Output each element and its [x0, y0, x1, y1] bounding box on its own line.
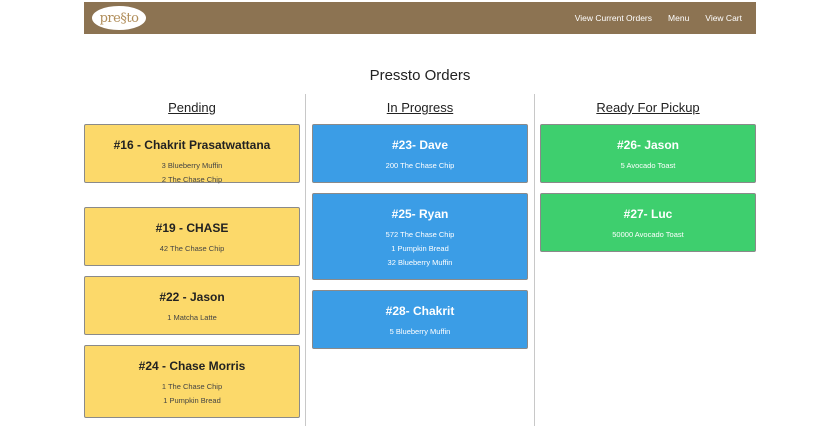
nav-link-view-current-orders[interactable]: View Current Orders: [575, 13, 652, 23]
order-card[interactable]: #24 - Chase Morris 1 The Chase Chip 1 Pu…: [84, 345, 300, 418]
order-items: 200 The Chase Chip: [313, 159, 527, 173]
order-card[interactable]: #28- Chakrit 5 Blueberry Muffin: [312, 290, 528, 349]
order-card[interactable]: #26- Jason 5 Avocado Toast: [540, 124, 756, 183]
order-item: 3 Blueberry Muffin: [161, 161, 223, 170]
column-pending: Pending #16 - Chakrit Prasatwattana 3 Bl…: [78, 94, 306, 426]
order-card[interactable]: #25- Ryan 572 The Chase Chip 1 Pumpkin B…: [312, 193, 528, 280]
column-title: Ready For Pickup: [596, 100, 700, 115]
order-items: 5 Blueberry Muffin: [313, 325, 527, 339]
page-title: Pressto Orders: [369, 67, 471, 84]
order-title: #24 - Chase Morris: [138, 359, 246, 373]
order-items: 3 Blueberry Muffin 2 The Chase Chip: [85, 159, 299, 187]
nav-link-menu[interactable]: Menu: [668, 13, 689, 23]
order-title: #19 - CHASE: [155, 221, 229, 235]
order-card[interactable]: #16 - Chakrit Prasatwattana 3 Blueberry …: [84, 124, 300, 184]
order-title: #26- Jason: [616, 138, 680, 152]
logo[interactable]: pre§to: [92, 6, 146, 30]
order-items: 5 Avocado Toast: [541, 159, 755, 173]
order-item: 1 Pumpkin Bread: [391, 244, 449, 253]
order-card[interactable]: #23- Dave 200 The Chase Chip: [312, 124, 528, 183]
order-items: 42 The Chase Chip: [85, 242, 299, 256]
order-title: #27- Luc: [623, 207, 673, 221]
column-title: In Progress: [386, 100, 454, 115]
order-item: 42 The Chase Chip: [159, 244, 225, 253]
nav-link-view-cart[interactable]: View Cart: [705, 13, 742, 23]
order-card[interactable]: #22 - Jason 1 Matcha Latte: [84, 276, 300, 335]
order-title: #23- Dave: [391, 138, 449, 152]
order-item: 50000 Avocado Toast: [612, 230, 684, 239]
order-item: 5 Avocado Toast: [620, 161, 676, 170]
order-title: #22 - Jason: [159, 290, 225, 304]
order-item: 1 The Chase Chip: [161, 382, 223, 391]
order-items: 1 The Chase Chip 1 Pumpkin Bread: [85, 380, 299, 408]
order-item: 1 Pumpkin Bread: [163, 396, 221, 405]
order-item: 5 Blueberry Muffin: [389, 327, 451, 336]
order-item: 2 The Chase Chip: [161, 175, 223, 184]
order-card[interactable]: #27- Luc 50000 Avocado Toast: [540, 193, 756, 252]
order-card[interactable]: #19 - CHASE 42 The Chase Chip: [84, 207, 300, 266]
order-title: #16 - Chakrit Prasatwattana: [113, 138, 271, 152]
column-title: Pending: [168, 100, 216, 115]
order-title: #25- Ryan: [391, 207, 449, 221]
order-item: 32 Blueberry Muffin: [387, 258, 453, 267]
nav-links: View Current Orders Menu View Cart: [575, 13, 742, 23]
navbar: pre§to View Current Orders Menu View Car…: [84, 2, 756, 34]
order-items: 572 The Chase Chip 1 Pumpkin Bread 32 Bl…: [313, 228, 527, 270]
order-items: 50000 Avocado Toast: [541, 228, 755, 242]
order-item: 200 The Chase Chip: [385, 161, 455, 170]
order-item: 1 Matcha Latte: [167, 313, 217, 322]
order-title: #28- Chakrit: [385, 304, 455, 318]
column-ready-for-pickup: Ready For Pickup #26- Jason 5 Avocado To…: [534, 94, 762, 426]
order-items: 1 Matcha Latte: [85, 311, 299, 325]
order-item: 572 The Chase Chip: [385, 230, 455, 239]
column-in-progress: In Progress #23- Dave 200 The Chase Chip…: [306, 94, 534, 426]
